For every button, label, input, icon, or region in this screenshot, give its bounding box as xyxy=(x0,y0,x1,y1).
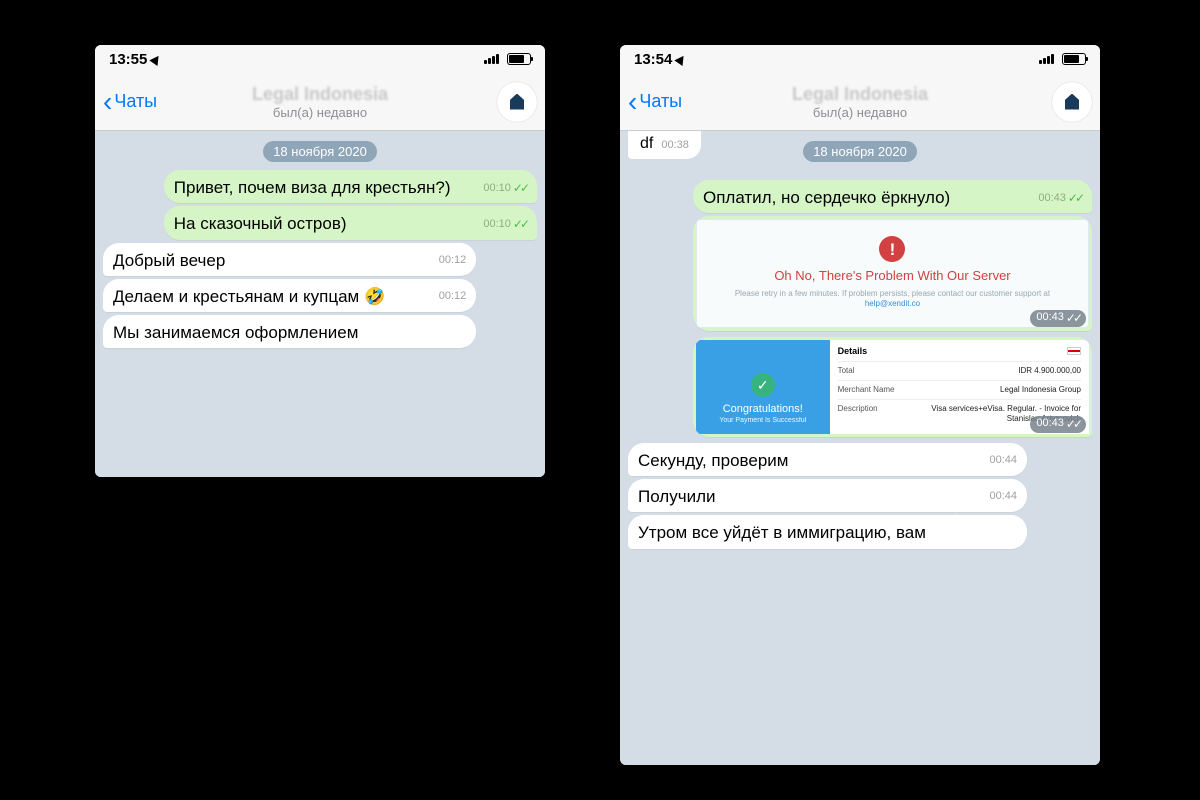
message-outgoing[interactable]: Привет, почем виза для крестьян?) 00:10✓… xyxy=(164,170,537,203)
message-incoming[interactable]: df 00:38 xyxy=(628,131,701,159)
message-time: 00:10 xyxy=(483,182,511,196)
back-label: Чаты xyxy=(114,91,157,112)
location-icon xyxy=(150,52,163,65)
chat-header: ‹ Чаты Legal Indonesia был(а) недавно xyxy=(95,73,545,131)
congrats-sub: Your Payment Is Successful xyxy=(719,417,806,426)
message-text: Утром все уйдёт в иммиграцию, вам xyxy=(638,523,926,542)
chat-scroll-area[interactable]: 18 ноября 2020 Привет, почем виза для кр… xyxy=(95,131,545,477)
message-time: 00:38 xyxy=(661,139,689,151)
message-text: Секунду, проверим xyxy=(638,451,788,470)
read-ticks-icon: ✓✓ xyxy=(513,181,527,196)
message-image-outgoing[interactable]: ✓ Congratulations! Your Payment Is Succe… xyxy=(693,337,1092,437)
details-heading: Details xyxy=(838,346,868,357)
chat-subtitle: был(а) недавно xyxy=(620,105,1100,120)
message-incoming[interactable]: Делаем и крестьянам и купцам 🤣 00:12 xyxy=(103,279,476,312)
detail-val: Legal Indonesia Group xyxy=(1000,385,1081,395)
detail-key: Merchant Name xyxy=(838,385,895,395)
message-incoming[interactable]: Добрый вечер 00:12 xyxy=(103,243,476,276)
error-subtext: Please retry in a few minutes. If proble… xyxy=(707,289,1078,309)
message-time: 00:44 xyxy=(990,490,1018,504)
house-icon xyxy=(1065,94,1079,110)
detail-key: Total xyxy=(838,366,855,376)
congrats-title: Congratulations! xyxy=(723,403,803,417)
alert-icon: ! xyxy=(879,236,905,262)
message-time-overlay: 00:43✓✓ xyxy=(1030,310,1086,327)
detail-key: Description xyxy=(838,404,878,424)
support-link[interactable]: help@xendit.co xyxy=(865,299,920,308)
chevron-left-icon: ‹ xyxy=(628,88,637,116)
error-card: ! Oh No, There's Problem With Our Server… xyxy=(696,219,1089,327)
flag-icon xyxy=(1067,347,1081,355)
message-time: 00:10 xyxy=(483,218,511,232)
back-label: Чаты xyxy=(639,91,682,112)
message-time: 00:44 xyxy=(990,454,1018,468)
error-title: Oh No, There's Problem With Our Server xyxy=(707,268,1078,284)
message-text: Оплатил, но сердечко ёркнуло) xyxy=(703,188,950,207)
chat-header: ‹ Чаты Legal Indonesia был(а) недавно xyxy=(620,73,1100,131)
back-button[interactable]: ‹ Чаты xyxy=(103,88,157,116)
message-text: Добрый вечер xyxy=(113,251,225,270)
date-separator: 18 ноября 2020 xyxy=(803,141,917,162)
message-time: 00:12 xyxy=(439,254,467,268)
message-text: Мы занимаемся оформлением xyxy=(113,323,358,342)
message-text: Получили xyxy=(638,487,716,506)
detail-val: IDR 4.900.000,00 xyxy=(1018,366,1081,376)
status-time: 13:55 xyxy=(109,51,147,68)
phone-screenshot-left: 13:55 ‹ Чаты Legal Indonesia был(а) неда… xyxy=(95,45,545,477)
chat-title: Legal Indonesia xyxy=(95,84,545,105)
message-incoming[interactable]: Утром все уйдёт в иммиграцию, вам xyxy=(628,515,1027,548)
read-ticks-icon: ✓✓ xyxy=(1066,311,1080,326)
signal-icon xyxy=(484,54,499,64)
message-text: Делаем и крестьянам и купцам 🤣 xyxy=(113,287,385,306)
status-bar: 13:55 xyxy=(95,45,545,73)
message-image-outgoing[interactable]: ! Oh No, There's Problem With Our Server… xyxy=(693,216,1092,330)
read-ticks-icon: ✓✓ xyxy=(1066,417,1080,432)
message-incoming[interactable]: Мы занимаемся оформлением xyxy=(103,315,476,348)
message-text: Привет, почем виза для крестьян?) xyxy=(174,178,451,197)
chat-subtitle: был(а) недавно xyxy=(95,105,545,120)
chat-avatar[interactable] xyxy=(497,82,537,122)
back-button[interactable]: ‹ Чаты xyxy=(628,88,682,116)
chat-title: Legal Indonesia xyxy=(620,84,1100,105)
message-outgoing[interactable]: На сказочный остров) 00:10✓✓ xyxy=(164,206,537,239)
message-text: На сказочный остров) xyxy=(174,214,347,233)
date-separator: 18 ноября 2020 xyxy=(263,141,377,162)
status-bar: 13:54 xyxy=(620,45,1100,73)
message-incoming[interactable]: Получили 00:44 xyxy=(628,479,1027,512)
status-time: 13:54 xyxy=(634,51,672,68)
read-ticks-icon: ✓✓ xyxy=(1068,191,1082,206)
message-time-overlay: 00:43✓✓ xyxy=(1030,416,1086,433)
battery-icon xyxy=(1062,53,1086,65)
message-time: 00:43 xyxy=(1038,192,1066,206)
message-text: df xyxy=(640,135,653,152)
message-time: 00:12 xyxy=(439,290,467,304)
message-outgoing[interactable]: Оплатил, но сердечко ёркнуло) 00:43✓✓ xyxy=(693,180,1092,213)
phone-screenshot-right: 13:54 ‹ Чаты Legal Indonesia был(а) неда… xyxy=(620,45,1100,765)
signal-icon xyxy=(1039,54,1054,64)
chevron-left-icon: ‹ xyxy=(103,88,112,116)
chat-scroll-area[interactable]: df 00:38 18 ноября 2020 Оплатил, но серд… xyxy=(620,131,1100,765)
battery-icon xyxy=(507,53,531,65)
check-icon: ✓ xyxy=(751,373,775,397)
chat-avatar[interactable] xyxy=(1052,82,1092,122)
read-ticks-icon: ✓✓ xyxy=(513,217,527,232)
message-incoming[interactable]: Секунду, проверим 00:44 xyxy=(628,443,1027,476)
house-icon xyxy=(510,94,524,110)
location-icon xyxy=(675,52,688,65)
